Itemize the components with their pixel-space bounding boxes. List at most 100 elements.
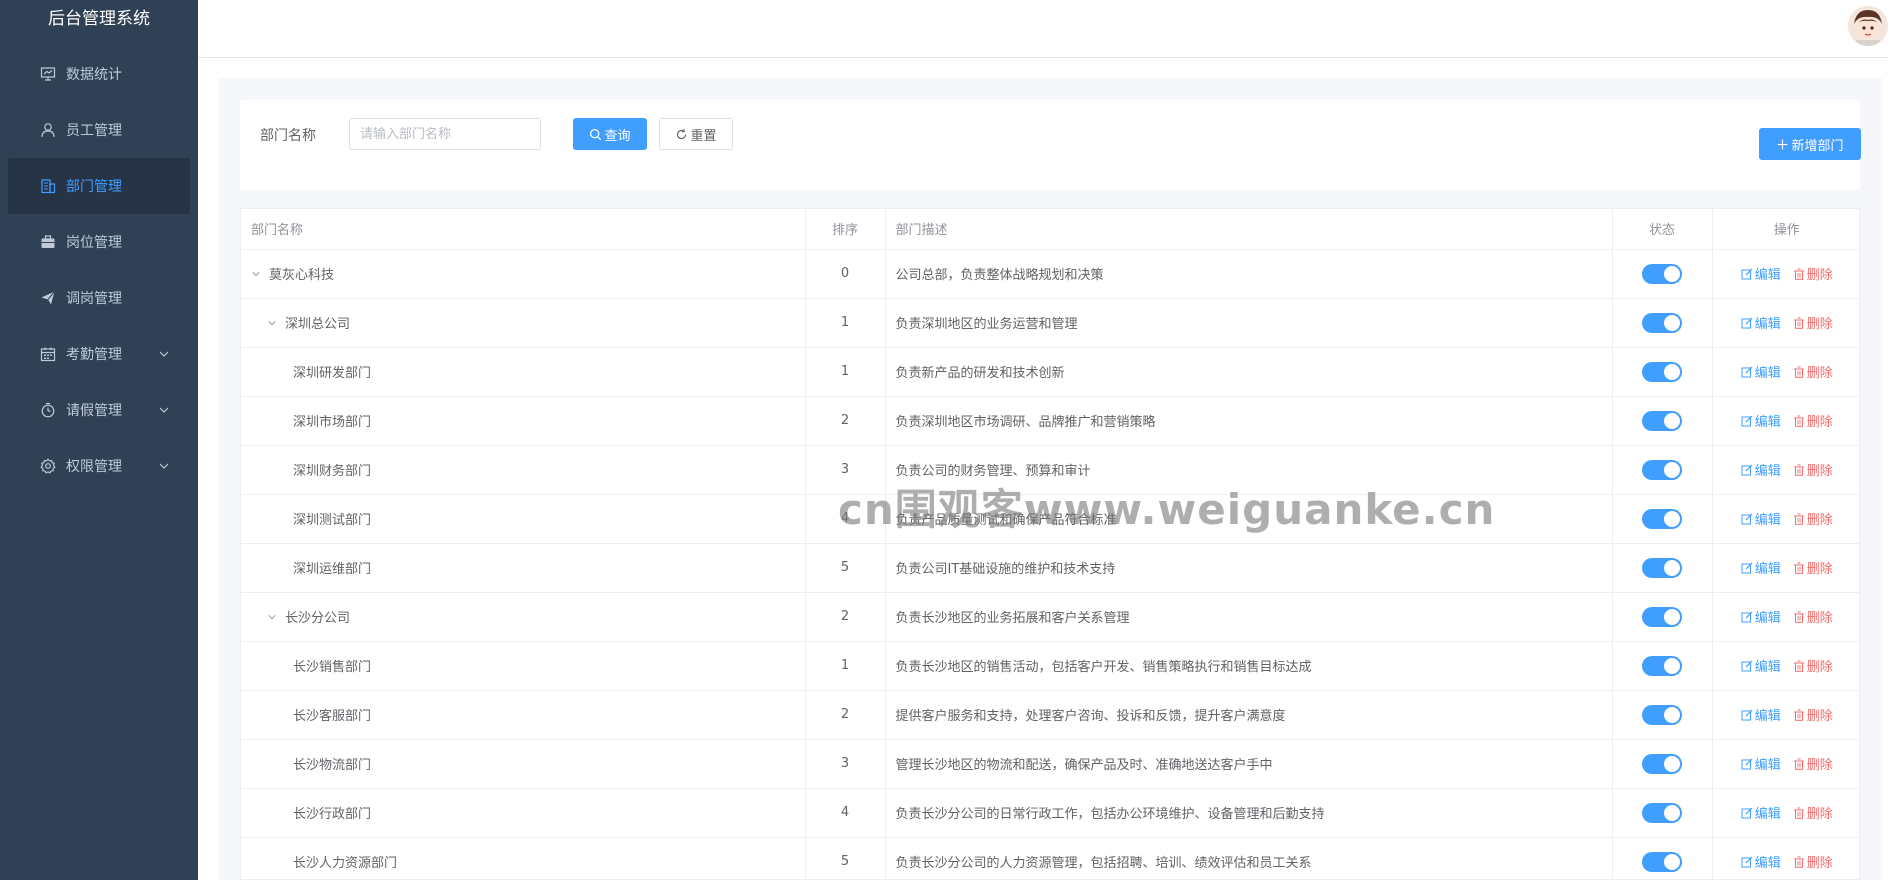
- sidebar-item[interactable]: 员工管理: [8, 102, 190, 158]
- sidebar-item[interactable]: 调岗管理: [8, 270, 190, 326]
- edit-label: 编辑: [1754, 268, 1781, 283]
- edit-icon: [1741, 464, 1753, 476]
- edit-button[interactable]: 编辑: [1741, 754, 1781, 773]
- status-toggle[interactable]: [1642, 753, 1682, 774]
- edit-button[interactable]: 编辑: [1741, 460, 1781, 479]
- delete-button[interactable]: 删除: [1793, 852, 1833, 871]
- avatar[interactable]: [1848, 6, 1888, 46]
- status-toggle[interactable]: [1642, 459, 1682, 480]
- delete-button[interactable]: 删除: [1793, 754, 1833, 773]
- delete-button[interactable]: 删除: [1793, 460, 1833, 479]
- status-toggle[interactable]: [1642, 312, 1682, 333]
- delete-button[interactable]: 删除: [1793, 656, 1833, 675]
- edit-label: 编辑: [1754, 562, 1781, 577]
- cell-sort: 3: [805, 445, 886, 495]
- status-toggle[interactable]: [1642, 704, 1682, 725]
- cell-operations: 编辑 删除: [1712, 543, 1859, 593]
- col-header-sort: 排序: [805, 209, 886, 250]
- cell-name: 长沙客服部门: [241, 690, 806, 740]
- sidebar-item[interactable]: 岗位管理: [8, 214, 190, 270]
- status-toggle[interactable]: [1642, 557, 1682, 578]
- edit-button[interactable]: 编辑: [1741, 264, 1781, 283]
- edit-button[interactable]: 编辑: [1741, 313, 1781, 332]
- status-toggle[interactable]: [1642, 655, 1682, 676]
- table-row: 长沙物流部门 3 管理长沙地区的物流和配送，确保产品及时、准确地送达客户手中 编辑 删除: [241, 739, 1859, 789]
- delete-button[interactable]: 删除: [1793, 411, 1833, 430]
- edit-label: 编辑: [1754, 317, 1781, 332]
- sidebar-item[interactable]: 数据统计: [8, 46, 190, 102]
- delete-button[interactable]: 删除: [1793, 803, 1833, 822]
- cell-description: 提供客户服务和支持，处理客户咨询、投诉和反馈，提升客户满意度: [885, 690, 1613, 740]
- edit-button[interactable]: 编辑: [1741, 656, 1781, 675]
- trash-icon: [1793, 317, 1805, 329]
- reset-button[interactable]: 重置: [659, 118, 733, 150]
- delete-button[interactable]: 删除: [1793, 607, 1833, 626]
- edit-button[interactable]: 编辑: [1741, 705, 1781, 724]
- delete-button[interactable]: 删除: [1793, 509, 1833, 528]
- delete-button[interactable]: 删除: [1793, 362, 1833, 381]
- edit-button[interactable]: 编辑: [1741, 803, 1781, 822]
- edit-icon: [1741, 660, 1753, 672]
- refresh-icon: [677, 128, 687, 139]
- plus-icon: [1778, 139, 1788, 149]
- cell-name: 长沙行政部门: [241, 788, 806, 838]
- query-button[interactable]: 查询: [573, 118, 647, 150]
- department-table: 部门名称 排序 部门描述 状态 操作 莫灰心科技 0 公司总部，负责整体战略规划和决…: [240, 208, 1860, 880]
- table-row: 深圳研发部门 1 负责新产品的研发和技术创新 编辑 删除: [241, 347, 1859, 397]
- status-toggle[interactable]: [1642, 851, 1682, 872]
- cell-sort: 3: [805, 739, 886, 789]
- cell-description: 负责新产品的研发和技术创新: [885, 347, 1613, 397]
- cell-description: 负责产品质量测试和确保产品符合标准: [885, 494, 1613, 544]
- chevron-down-icon[interactable]: [158, 460, 170, 472]
- delete-button[interactable]: 删除: [1793, 558, 1833, 577]
- status-toggle[interactable]: [1642, 263, 1682, 284]
- status-toggle[interactable]: [1642, 508, 1682, 529]
- cell-description: 公司总部，负责整体战略规划和决策: [885, 249, 1613, 299]
- cell-operations: 编辑 删除: [1712, 494, 1859, 544]
- sidebar-item[interactable]: 部门管理: [8, 158, 190, 214]
- sidebar-item[interactable]: 请假管理: [8, 382, 190, 438]
- chevron-down-icon[interactable]: [158, 348, 170, 360]
- edit-button[interactable]: 编辑: [1741, 852, 1781, 871]
- department-name: 深圳财务部门: [293, 464, 372, 479]
- edit-button[interactable]: 编辑: [1741, 411, 1781, 430]
- cell-sort: 1: [805, 298, 886, 348]
- status-toggle[interactable]: [1642, 606, 1682, 627]
- department-name: 长沙客服部门: [293, 709, 372, 724]
- chevron-down-icon[interactable]: [158, 404, 170, 416]
- delete-label: 删除: [1806, 317, 1833, 332]
- status-toggle[interactable]: [1642, 361, 1682, 382]
- sidebar-item[interactable]: 考勤管理: [8, 326, 190, 382]
- edit-icon: [1741, 317, 1753, 329]
- status-toggle[interactable]: [1642, 802, 1682, 823]
- cell-status: [1612, 347, 1713, 397]
- delete-button[interactable]: 删除: [1793, 264, 1833, 283]
- edit-button[interactable]: 编辑: [1741, 509, 1781, 528]
- sidebar-item-label: 考勤管理: [66, 347, 122, 363]
- trash-icon: [1793, 709, 1805, 721]
- add-department-button[interactable]: 新增部门: [1759, 128, 1861, 160]
- delete-button[interactable]: 删除: [1793, 705, 1833, 724]
- edit-icon: [1741, 807, 1753, 819]
- status-toggle[interactable]: [1642, 410, 1682, 431]
- toggle-knob: [1664, 608, 1680, 625]
- delete-button[interactable]: 删除: [1793, 313, 1833, 332]
- cell-name: 深圳测试部门: [241, 494, 806, 544]
- edit-button[interactable]: 编辑: [1741, 558, 1781, 577]
- toggle-knob: [1664, 755, 1680, 772]
- tree-expand-icon[interactable]: [267, 612, 281, 625]
- table-header-row: 部门名称 排序 部门描述 状态 操作: [241, 209, 1859, 250]
- tree-expand-icon[interactable]: [267, 318, 281, 331]
- tree-expand-icon[interactable]: [251, 269, 265, 282]
- sidebar-item[interactable]: 权限管理: [8, 438, 190, 494]
- edit-button[interactable]: 编辑: [1741, 607, 1781, 626]
- cell-description: 负责长沙分公司的人力资源管理，包括招聘、培训、绩效评估和员工关系: [885, 837, 1613, 879]
- cell-name: 莫灰心科技: [241, 249, 806, 299]
- table-row: 深圳财务部门 3 负责公司的财务管理、预算和审计 编辑 删除: [241, 445, 1859, 495]
- cell-operations: 编辑 删除: [1712, 347, 1859, 397]
- dept-name-input[interactable]: [349, 118, 541, 150]
- trash-icon: [1793, 758, 1805, 770]
- toggle-knob: [1664, 314, 1680, 331]
- edit-button[interactable]: 编辑: [1741, 362, 1781, 381]
- cell-sort: 2: [805, 592, 886, 642]
